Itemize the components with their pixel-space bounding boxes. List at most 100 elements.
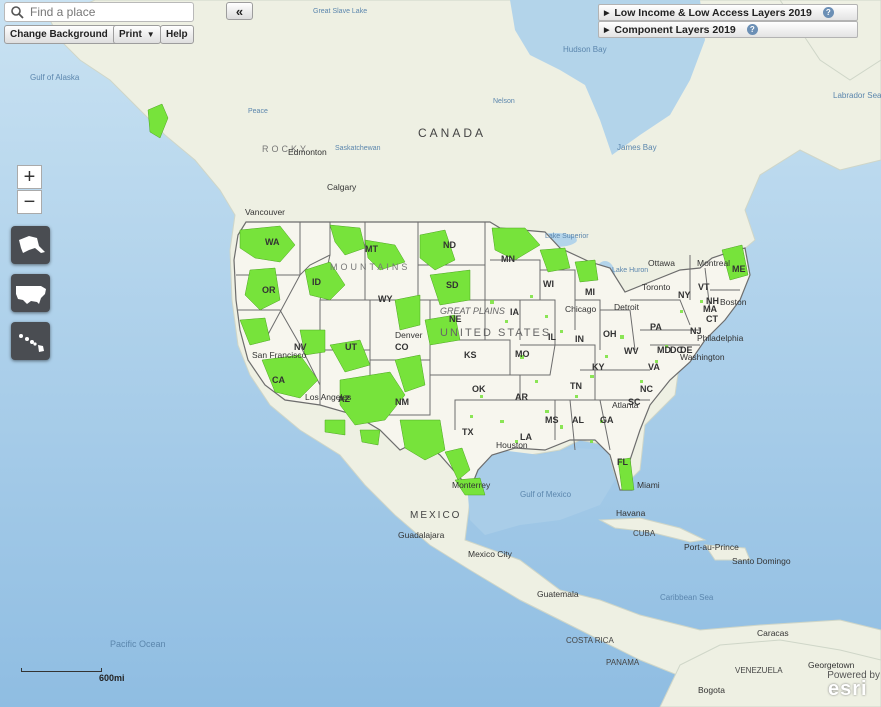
help-button[interactable]: Help — [160, 25, 194, 44]
city-label: Vancouver — [245, 207, 285, 217]
city-label: Calgary — [327, 182, 357, 192]
state-label: CO — [395, 342, 409, 352]
state-label: VT — [698, 282, 710, 292]
scale-bar — [21, 668, 102, 672]
expand-triangle-icon: ▶ — [604, 9, 610, 17]
city-label: Guatemala — [537, 589, 579, 599]
alaska-icon — [19, 236, 45, 253]
state-label: GA — [600, 415, 614, 425]
state-label: WV — [624, 346, 639, 356]
state-label: IA — [510, 307, 520, 317]
search-icon — [11, 6, 24, 19]
city-label: Monterrey — [452, 480, 491, 490]
caret-down-icon: ▼ — [146, 30, 155, 39]
lila-layers-label: Low Income & Low Access Layers 2019 — [614, 6, 812, 19]
region-label: GREAT PLAINS — [440, 306, 505, 316]
country-label: CUBA — [633, 529, 656, 538]
water-label: Great Slave Lake — [313, 8, 367, 15]
city-label: Edmonton — [288, 147, 327, 157]
city-label: Chicago — [565, 304, 596, 314]
city-label: Georgetown — [808, 660, 855, 670]
state-label: MS — [545, 415, 559, 425]
zoom-in-button[interactable]: + — [17, 165, 42, 189]
scale-label: 600mi — [99, 673, 125, 683]
zoom-out-button[interactable]: − — [17, 190, 42, 214]
search-box[interactable] — [4, 2, 194, 22]
esri-logo: esri — [828, 678, 868, 700]
city-label: Santo Domingo — [732, 556, 791, 566]
city-label: Atlanta — [612, 400, 639, 410]
state-label: OH — [603, 329, 617, 339]
region-label: MOUNTAINS — [330, 262, 410, 272]
city-label: Ottawa — [648, 258, 675, 268]
state-label: AR — [515, 392, 528, 402]
state-label: MO — [515, 349, 530, 359]
state-label: TN — [570, 381, 582, 391]
city-label: Houston — [496, 440, 528, 450]
change-background-label: Change Background — [10, 29, 108, 40]
water-label: Hudson Bay — [563, 45, 607, 54]
water-label: Gulf of Alaska — [30, 73, 80, 82]
city-label: San Francisco — [252, 350, 307, 360]
water-label: Lake Huron — [612, 267, 648, 274]
print-button[interactable]: Print ▼ — [113, 25, 161, 44]
help-icon[interactable]: ? — [746, 24, 758, 35]
city-label: Mexico City — [468, 549, 513, 559]
water-label: Labrador Sea — [833, 91, 881, 100]
water-label: Saskatchewan — [335, 145, 381, 152]
component-layers-label: Component Layers 2019 — [614, 23, 736, 36]
hawaii-icon — [19, 334, 44, 352]
city-label: Bogota — [698, 685, 725, 695]
print-label: Print — [119, 29, 142, 40]
water-label: Nelson — [493, 98, 515, 105]
country-label: UNITED STATES — [440, 327, 551, 339]
help-icon[interactable]: ? — [822, 7, 834, 18]
state-label: OK — [472, 384, 486, 394]
state-label: UT — [345, 342, 357, 352]
state-label: MT — [365, 244, 378, 254]
city-label: Philadelphia — [697, 333, 744, 343]
help-label: Help — [166, 29, 188, 40]
state-label: OR — [262, 285, 276, 295]
state-label: FL — [617, 457, 628, 467]
city-label: Miami — [637, 480, 660, 490]
state-label: KS — [464, 350, 477, 360]
city-label: Caracas — [757, 628, 789, 638]
state-label: CA — [272, 375, 285, 385]
state-label: IN — [575, 334, 584, 344]
contiguous-us-icon — [16, 286, 46, 304]
water-label: Caribbean Sea — [660, 593, 714, 602]
city-label: Boston — [720, 297, 747, 307]
state-label: WI — [543, 279, 554, 289]
component-layers-toggle[interactable]: ▶ Component Layers 2019 ? — [598, 21, 858, 38]
alaska-view-button[interactable] — [11, 226, 50, 264]
state-label: WA — [265, 237, 280, 247]
state-label: KY — [592, 362, 605, 372]
city-label: Port-au-Prince — [684, 542, 739, 552]
hawaii-view-button[interactable] — [11, 322, 50, 360]
state-label: SD — [446, 280, 459, 290]
country-label: PANAMA — [606, 658, 640, 667]
state-label: NY — [678, 290, 691, 300]
state-label: PA — [650, 322, 662, 332]
state-label: MN — [501, 254, 515, 264]
collapse-toolbar-button[interactable]: « — [226, 2, 253, 20]
search-input[interactable] — [30, 5, 180, 19]
state-label: TX — [462, 427, 474, 437]
water-label: Peace — [248, 108, 268, 115]
water-label: Lake Superior — [545, 233, 589, 240]
city-label: Toronto — [642, 282, 671, 292]
state-label: ID — [312, 277, 322, 287]
expand-triangle-icon: ▶ — [604, 26, 610, 34]
change-background-button[interactable]: Change Background ▼ — [4, 25, 127, 44]
basemap[interactable]: WA OR CA NV ID MT WY UT AZ CO NM ND SD N… — [0, 0, 881, 707]
state-label: MI — [585, 287, 595, 297]
city-label: Los Angeles — [305, 392, 351, 402]
lila-layers-toggle[interactable]: ▶ Low Income & Low Access Layers 2019 ? — [598, 4, 858, 21]
city-label: Montreal — [697, 258, 730, 268]
contiguous-us-view-button[interactable] — [11, 274, 50, 312]
city-label: Denver — [395, 330, 423, 340]
country-label: COSTA RICA — [566, 636, 615, 645]
state-label: AL — [572, 415, 584, 425]
country-label: MEXICO — [410, 510, 461, 521]
